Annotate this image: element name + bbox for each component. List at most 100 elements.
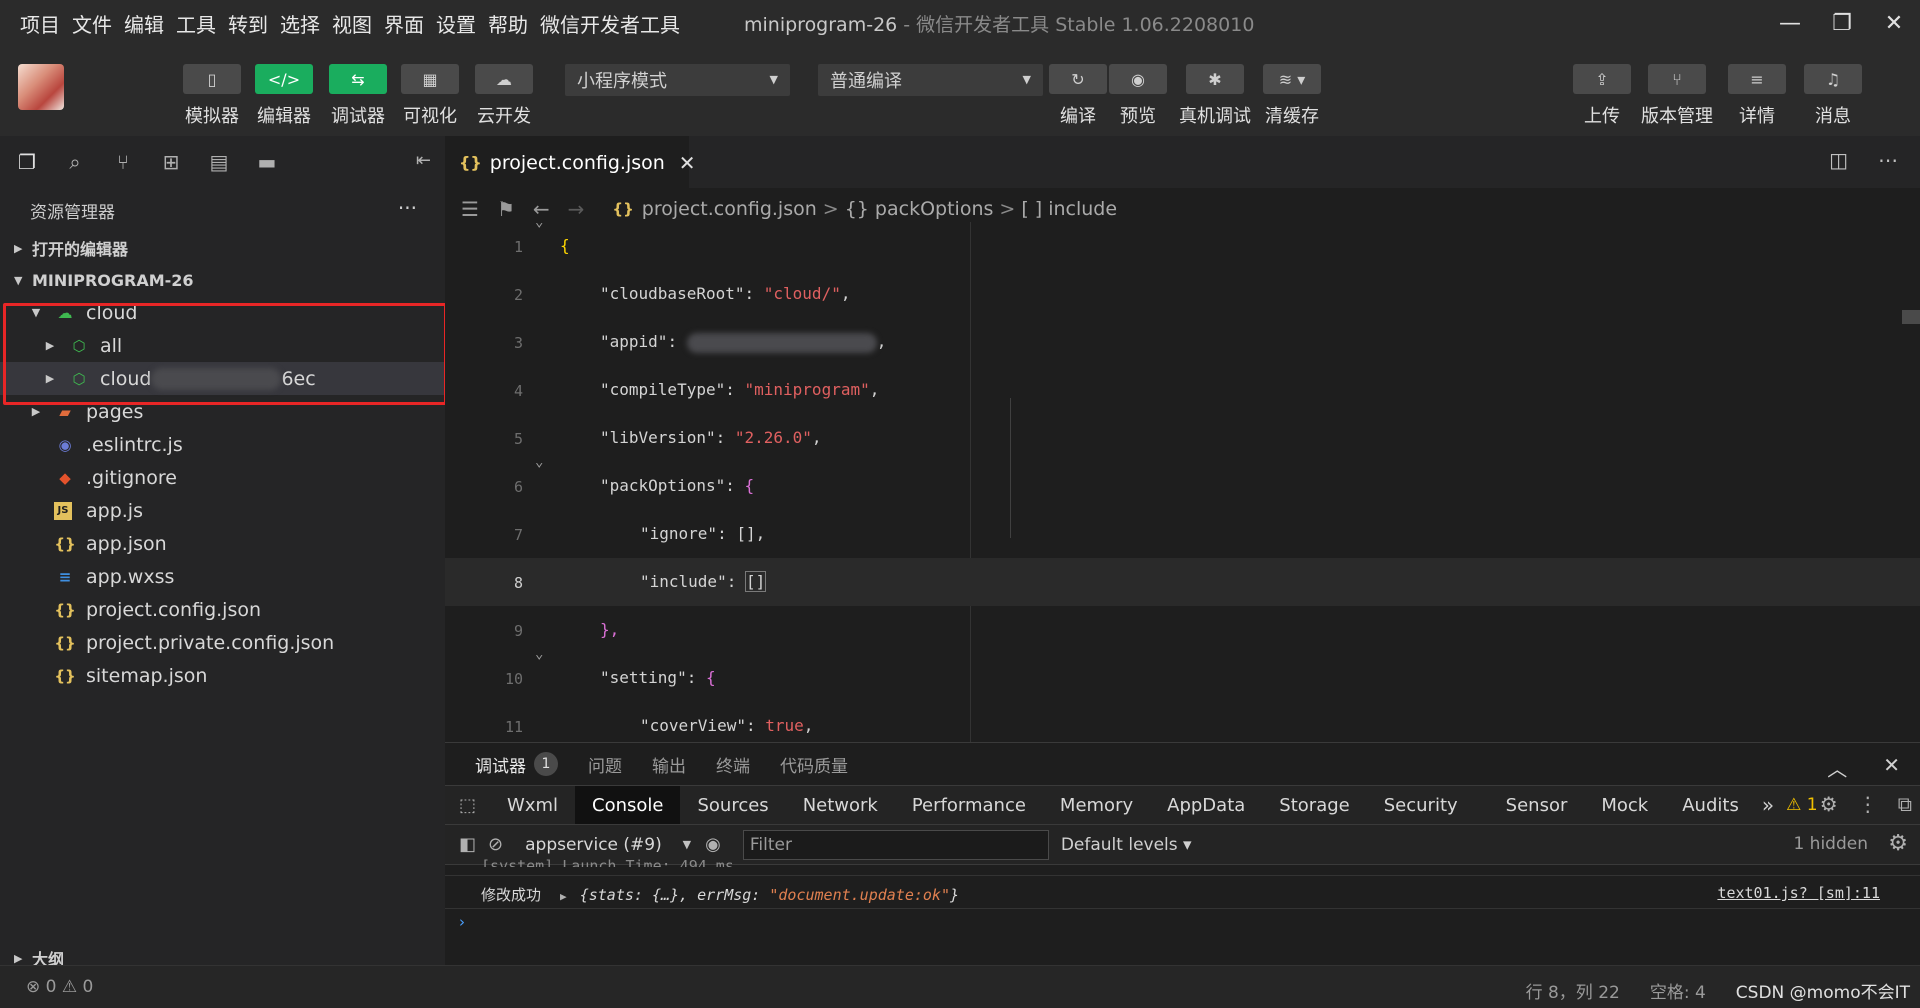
close-panel-icon[interactable]: ✕ (1883, 753, 1900, 782)
docker-icon[interactable]: ▬ (256, 150, 278, 174)
minimize-icon[interactable]: — (1764, 0, 1816, 46)
more-tabs-icon[interactable]: » (1762, 793, 1774, 817)
fold-chevron-icon[interactable]: ⌄ (535, 222, 543, 230)
upload-button[interactable]: ⇪ 上传 (1573, 64, 1631, 128)
devtools-tab-storage[interactable]: Storage (1262, 786, 1366, 824)
tree-item-app-json[interactable]: {} app.json (0, 527, 445, 560)
eye-icon[interactable]: ◉ (705, 834, 721, 855)
menu-tools[interactable]: 工具 (176, 9, 216, 38)
tree-item-sitemap[interactable]: {} sitemap.json (0, 659, 445, 692)
fold-chevron-icon[interactable]: ⌄ (535, 454, 543, 470)
devtools-tab-sensor[interactable]: Sensor (1489, 786, 1585, 824)
search-icon[interactable]: ⌕ (64, 150, 86, 174)
chevron-up-icon[interactable]: ︿ (1827, 753, 1847, 782)
clear-console-icon[interactable]: ⊘ (488, 834, 503, 855)
devtools-tab-sources[interactable]: Sources (680, 786, 785, 824)
tree-item-eslintrc[interactable]: ◉ .eslintrc.js (0, 428, 445, 461)
breadcrumb-file[interactable]: project.config.json (642, 198, 817, 220)
tree-item-app-wxss[interactable]: ≡ app.wxss (0, 560, 445, 593)
devtools-tab-console[interactable]: Console (575, 786, 681, 824)
cloud-button[interactable]: ☁ 云开发 (475, 64, 533, 128)
filter-input[interactable]: Filter (742, 829, 1049, 860)
kebab-icon[interactable]: ⋮ (1858, 792, 1878, 816)
settings-icon[interactable]: ⚙ (1820, 792, 1838, 816)
devtools-tab-wxml[interactable]: Wxml (490, 786, 575, 824)
devtools-tab-appdata[interactable]: AppData (1150, 786, 1262, 824)
indent-setting[interactable]: 空格: 4 (1650, 978, 1706, 1003)
editor-button[interactable]: </> 编辑器 (255, 64, 313, 128)
forward-icon[interactable]: → (568, 197, 585, 221)
breadcrumb-object[interactable]: {} packOptions (845, 198, 994, 220)
log-levels-select[interactable]: Default levels ▾ (1061, 835, 1192, 855)
devtools-tab-memory[interactable]: Memory (1043, 786, 1150, 824)
devtools-tab-security[interactable]: Security (1367, 786, 1475, 824)
devtools-tab-mock[interactable]: Mock (1584, 786, 1665, 824)
open-editors-section[interactable]: ▶ 打开的编辑器 (0, 232, 445, 264)
tree-item-project-config[interactable]: {} project.config.json (0, 593, 445, 626)
console-prompt-icon[interactable]: › (459, 913, 465, 931)
messages-button[interactable]: ♫ 消息 (1804, 64, 1862, 128)
menu-project[interactable]: 项目 (20, 9, 60, 38)
restore-icon[interactable]: ❐ (1816, 0, 1868, 46)
split-editor-icon[interactable]: ◫ (1829, 148, 1848, 172)
project-section[interactable]: ▼ MINIPROGRAM-26 (0, 264, 445, 296)
back-icon[interactable]: ← (533, 197, 550, 221)
tab-terminal[interactable]: 终端 (716, 752, 750, 777)
mode-select[interactable]: 小程序模式 ▼ (565, 64, 790, 96)
breadcrumb-array[interactable]: [ ] include (1021, 198, 1117, 220)
visual-button[interactable]: ▦ 可视化 (401, 64, 459, 128)
tab-code-quality[interactable]: 代码质量 (780, 752, 848, 777)
storage-icon[interactable]: ▤ (208, 150, 230, 174)
console-settings-icon[interactable]: ⚙ (1888, 831, 1908, 856)
compile-button[interactable]: ↻ 编译 (1049, 64, 1107, 128)
tab-project-config[interactable]: {} project.config.json ✕ (445, 136, 696, 188)
code-editor[interactable]: 1 ⌄ { 2 "cloudbaseRoot": "cloud/", 3 "ap… (445, 222, 1920, 742)
collapse-sidebar-icon[interactable]: ⇤ (416, 150, 431, 171)
devtools-tab-network[interactable]: Network (786, 786, 895, 824)
expand-arrow-icon[interactable]: ▶ (560, 890, 567, 903)
debugger-button[interactable]: ⇆ 调试器 (329, 64, 387, 128)
tab-output[interactable]: 输出 (652, 752, 686, 777)
menu-wechat-devtools[interactable]: 微信开发者工具 (540, 9, 680, 38)
remote-debug-button[interactable]: ✱ 真机调试 (1179, 64, 1251, 128)
extensions-icon[interactable]: ⊞ (160, 150, 182, 174)
tab-problems[interactable]: 问题 (588, 752, 622, 777)
clear-cache-button[interactable]: ≋ ▾ 清缓存 (1263, 64, 1321, 128)
menu-edit[interactable]: 编辑 (124, 9, 164, 38)
menu-select[interactable]: 选择 (280, 9, 320, 38)
files-icon[interactable]: ❐ (16, 150, 38, 174)
close-window-icon[interactable]: ✕ (1868, 0, 1920, 46)
compile-select[interactable]: 普通编译 ▼ (818, 64, 1043, 96)
inspect-icon[interactable]: ⬚ (459, 795, 476, 816)
more-actions-icon[interactable]: ⋯ (1878, 148, 1898, 172)
tree-item-project-private[interactable]: {} project.private.config.json (0, 626, 445, 659)
fold-chevron-icon[interactable]: ⌄ (535, 646, 543, 662)
dock-icon[interactable]: ⧉ (1898, 792, 1912, 816)
log-source-link[interactable]: text01.js? [sm]:11 (1717, 884, 1880, 902)
preview-button[interactable]: ◉ 预览 (1109, 64, 1167, 128)
menu-file[interactable]: 文件 (72, 9, 112, 38)
details-button[interactable]: ≡ 详情 (1728, 64, 1786, 128)
scrollbar-thumb[interactable] (1902, 310, 1920, 324)
menu-settings[interactable]: 设置 (436, 9, 476, 38)
bookmark-icon[interactable]: ⚑ (497, 197, 515, 221)
menu-ui[interactable]: 界面 (384, 9, 424, 38)
version-button[interactable]: ⑂ 版本管理 (1641, 64, 1713, 128)
tab-debugger[interactable]: 调试器 1 (475, 752, 558, 777)
sidebar-toggle-icon[interactable]: ◧ (459, 834, 476, 855)
log-message[interactable]: 修改成功 ▶ {stats: {…}, errMsg: "document.up… (481, 884, 959, 905)
avatar[interactable] (18, 64, 64, 110)
more-icon[interactable]: ··· (398, 196, 417, 220)
cursor-position[interactable]: 行 8，列 22 (1526, 978, 1620, 1003)
menu-view[interactable]: 视图 (332, 9, 372, 38)
tree-item-app-js[interactable]: JS app.js (0, 494, 445, 527)
context-select[interactable]: appservice (#9) ▼ (515, 835, 705, 855)
menu-help[interactable]: 帮助 (488, 9, 528, 38)
problems-status[interactable]: ⊗ 0 ⚠ 0 (26, 977, 93, 997)
devtools-tab-performance[interactable]: Performance (895, 786, 1043, 824)
close-icon[interactable]: ✕ (679, 151, 696, 175)
list-icon[interactable]: ☰ (461, 197, 479, 221)
source-control-icon[interactable]: ⑂ (112, 150, 134, 174)
simulator-button[interactable]: ▯ 模拟器 (183, 64, 241, 128)
tree-item-gitignore[interactable]: ◆ .gitignore (0, 461, 445, 494)
